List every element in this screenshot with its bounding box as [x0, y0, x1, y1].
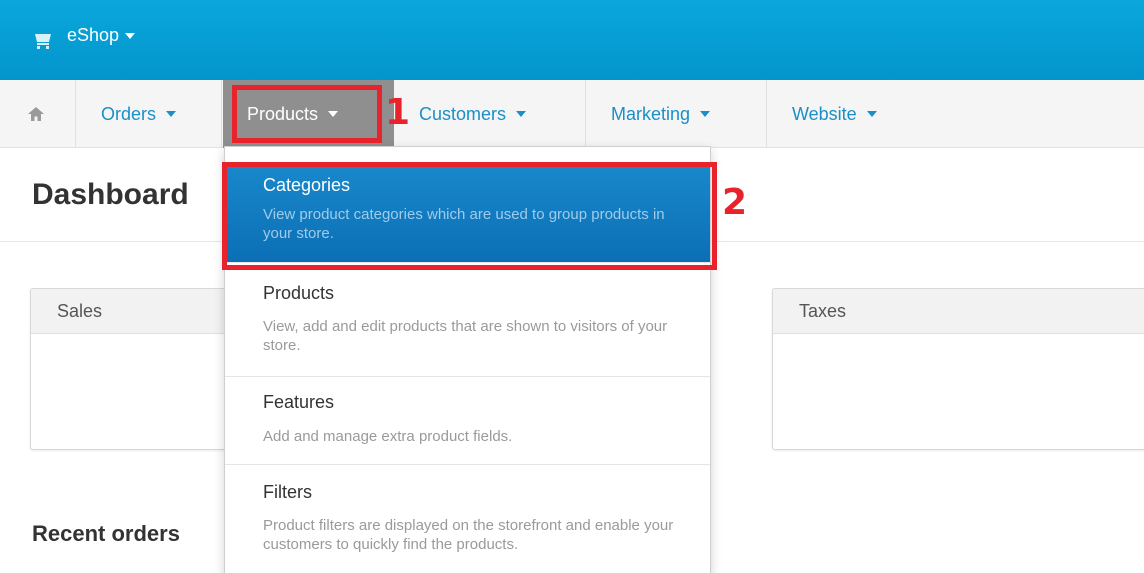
menu-item-description: Add and manage extra product fields.: [263, 428, 513, 445]
store-switcher[interactable]: eShop: [67, 25, 136, 46]
taxes-panel-title: Taxes: [773, 289, 1144, 334]
main-nav: Orders Products Customers Marketing Webs…: [0, 80, 1144, 148]
chevron-down-icon: [700, 111, 711, 117]
highlight-box-products: [232, 85, 382, 143]
nav-customers-label: Customers: [419, 103, 507, 124]
menu-item-title: Products: [263, 283, 335, 303]
menu-item-features[interactable]: Features Add and manage extra product fi…: [225, 377, 710, 465]
chevron-down-icon: [516, 111, 527, 117]
nav-orders-label: Orders: [101, 103, 157, 124]
highlight-box-categories: [222, 162, 717, 270]
recent-orders-heading: Recent orders: [32, 521, 180, 546]
taxes-panel: Taxes $ $: [772, 288, 1144, 450]
menu-item-products[interactable]: Products View, add and edit products tha…: [225, 271, 710, 377]
step-marker-2: 2: [722, 182, 748, 223]
menu-item-title: Filters: [263, 482, 312, 502]
nav-marketing[interactable]: Marketing: [587, 80, 767, 148]
nav-marketing-label: Marketing: [611, 103, 691, 124]
menu-item-filters[interactable]: Filters Product filters are displayed on…: [225, 465, 710, 573]
home-button[interactable]: [0, 80, 76, 148]
nav-website-label: Website: [792, 103, 857, 124]
top-bar: eShop: [0, 0, 1144, 80]
home-icon: [28, 107, 44, 121]
chevron-down-icon: [866, 111, 877, 117]
nav-orders[interactable]: Orders: [77, 80, 222, 148]
step-marker-1: 1: [385, 92, 411, 133]
menu-item-title: Features: [263, 392, 335, 412]
menu-item-description: Product filters are displayed on the sto…: [263, 517, 674, 553]
cart-icon[interactable]: [34, 31, 52, 49]
menu-item-description: View, add and edit products that are sho…: [263, 318, 668, 354]
nav-customers[interactable]: Customers: [395, 80, 586, 148]
nav-website[interactable]: Website: [768, 80, 928, 148]
store-name: eShop: [67, 25, 120, 45]
page-title: Dashboard: [32, 178, 189, 211]
chevron-down-icon: [125, 32, 136, 39]
chevron-down-icon: [166, 111, 177, 117]
